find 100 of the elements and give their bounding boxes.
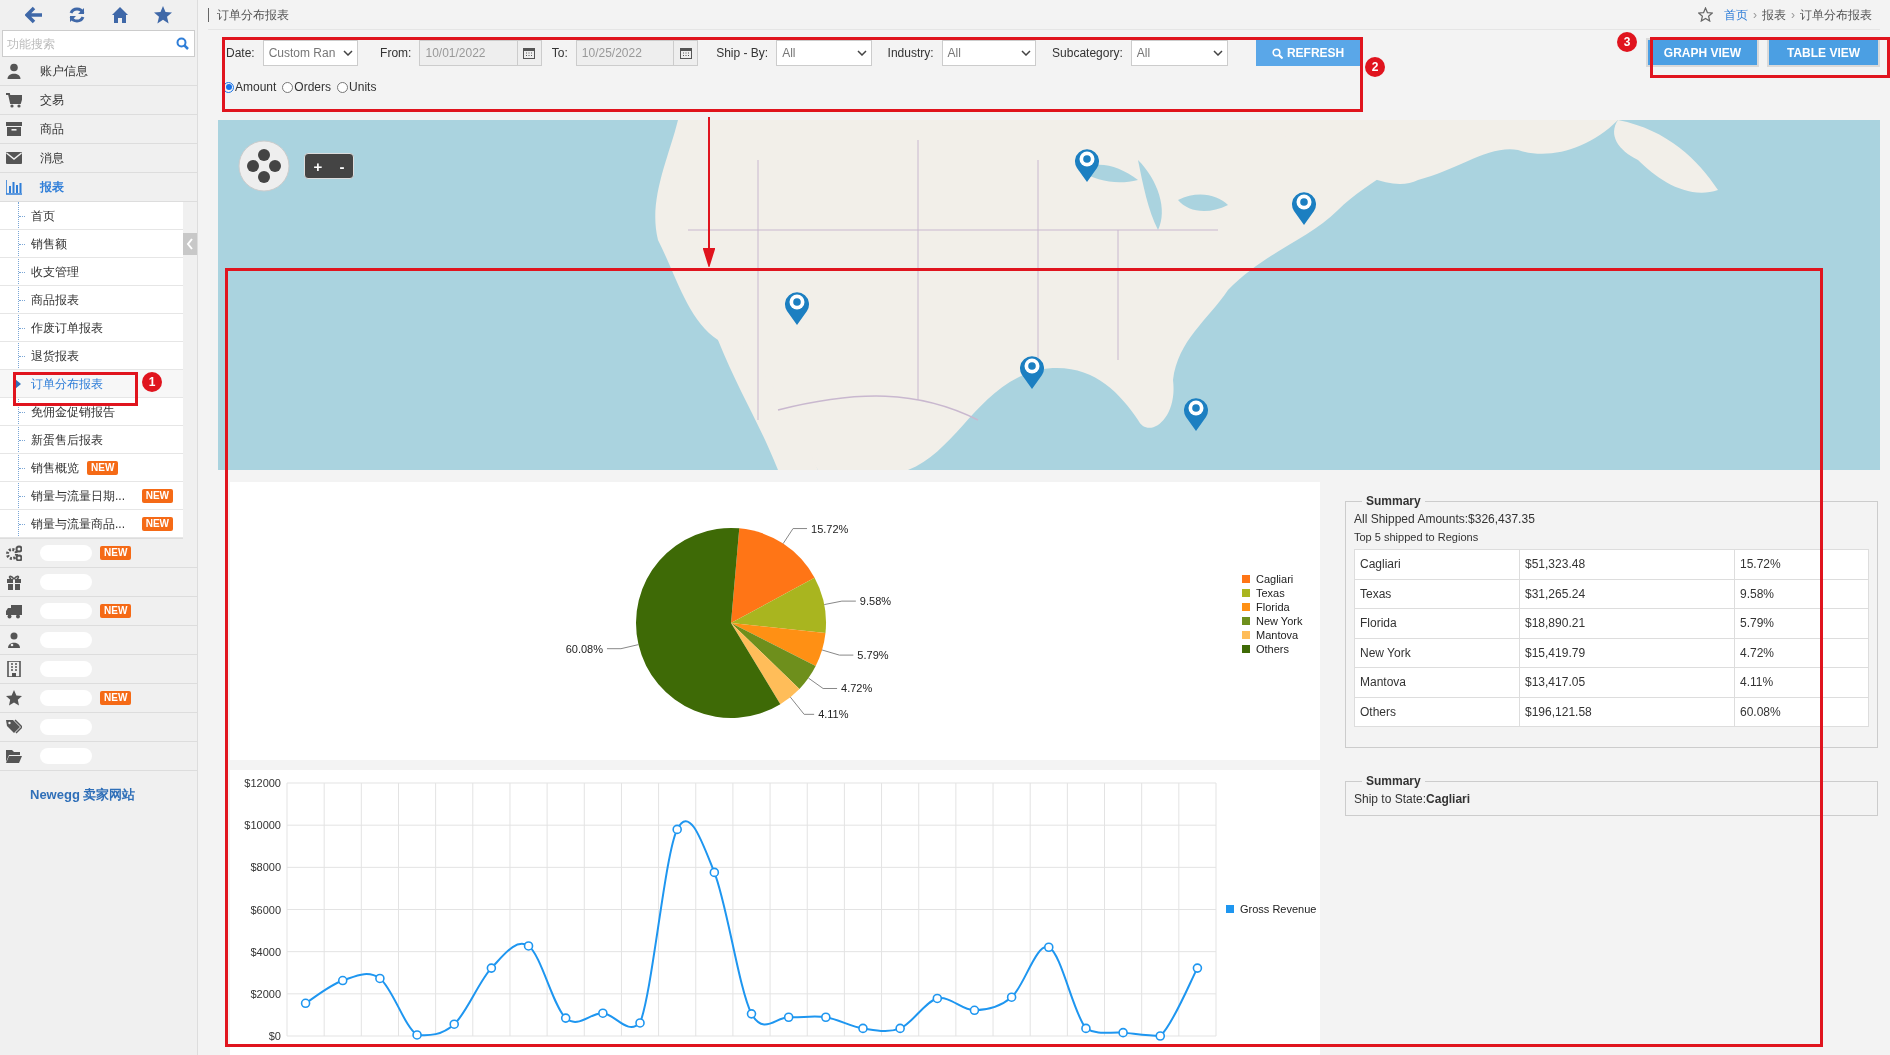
data-point[interactable] xyxy=(412,1030,422,1040)
data-point[interactable] xyxy=(337,975,348,986)
data-point[interactable] xyxy=(858,1023,868,1034)
field-label: Date: xyxy=(226,45,255,62)
legend-label[interactable]: New York xyxy=(1256,615,1303,627)
star-icon[interactable] xyxy=(1698,7,1713,22)
menu-item[interactable]: 交易 xyxy=(0,86,197,115)
menu-label: 消息 xyxy=(40,150,64,167)
menu-label: 订单分布报表 xyxy=(31,375,103,393)
chevron-down-icon xyxy=(1021,50,1032,56)
breadcrumb-link[interactable]: 首页 xyxy=(1724,5,1748,24)
dropdown[interactable]: Custom Ran xyxy=(262,40,359,66)
back-icon[interactable] xyxy=(24,6,43,24)
data-point[interactable] xyxy=(783,1012,794,1023)
data-point[interactable] xyxy=(1081,1023,1091,1034)
pie-slice[interactable] xyxy=(636,528,781,718)
truck-icon xyxy=(6,603,22,619)
radio-option[interactable]: Orders xyxy=(282,78,332,96)
legend-label[interactable]: Mantova xyxy=(1256,629,1299,641)
radio-option[interactable]: Units xyxy=(337,78,377,96)
leader-line xyxy=(782,528,808,545)
legend-label[interactable]: Florida xyxy=(1256,601,1290,613)
submenu-item[interactable]: 收支管理 xyxy=(0,258,183,286)
legend-label[interactable]: Gross Revenue xyxy=(1240,903,1317,915)
envelope-icon xyxy=(6,150,22,166)
data-point[interactable] xyxy=(969,1005,980,1016)
zoom-out-button[interactable]: - xyxy=(339,158,345,174)
table-cell: 4.72% xyxy=(1734,638,1869,668)
data-point[interactable] xyxy=(375,973,385,984)
data-point[interactable] xyxy=(932,993,943,1004)
data-point[interactable] xyxy=(486,963,497,973)
data-point[interactable] xyxy=(709,867,720,878)
legend-label[interactable]: Cagliari xyxy=(1256,573,1294,585)
building-icon xyxy=(6,661,22,677)
refresh-icon[interactable] xyxy=(67,6,86,24)
data-point[interactable] xyxy=(1155,1031,1166,1041)
new-badge: NEW xyxy=(141,488,173,503)
home-icon[interactable] xyxy=(111,6,130,24)
menu-item[interactable]: 账户信息 xyxy=(0,57,197,86)
menu-label: 销售额 xyxy=(31,235,67,253)
footer-link[interactable]: Newegg 卖家网站 xyxy=(0,771,197,805)
menu-label: 报表 xyxy=(40,179,64,196)
table-cell: $196,121.58 xyxy=(1519,697,1735,727)
submenu-item[interactable]: 作废订单报表 xyxy=(0,314,183,342)
data-point[interactable] xyxy=(449,1019,460,1029)
menu-label: 作废订单报表 xyxy=(31,319,103,337)
submenu-item[interactable]: 首页 xyxy=(0,202,183,230)
data-label: 5.79% xyxy=(857,649,889,662)
submenu-item[interactable]: 销量与流量日期... NEW xyxy=(0,482,183,510)
pan-control[interactable] xyxy=(238,140,290,192)
table-cell: $31,265.24 xyxy=(1519,579,1735,609)
data-point[interactable] xyxy=(523,941,534,951)
dropdown[interactable]: All xyxy=(1130,40,1229,66)
submenu-item[interactable]: 销量与流量商品... NEW xyxy=(0,510,183,538)
star-icon[interactable] xyxy=(154,6,173,24)
menu-item[interactable]: 消息 xyxy=(0,144,197,173)
submenu-item[interactable]: 商品报表 xyxy=(0,286,183,314)
data-point[interactable] xyxy=(672,824,682,835)
search-field[interactable]: 功能搜索 xyxy=(2,30,195,57)
pie-slice[interactable] xyxy=(731,623,816,689)
pie-slice[interactable] xyxy=(731,623,826,666)
legend-label[interactable]: Others xyxy=(1256,643,1289,655)
data-point[interactable] xyxy=(1192,963,1203,973)
data-point[interactable] xyxy=(300,998,311,1009)
leader-line xyxy=(807,677,838,689)
data-point[interactable] xyxy=(746,1009,757,1019)
star-icon xyxy=(6,690,22,706)
collapse-handle[interactable] xyxy=(183,233,197,255)
radio-option[interactable]: Amount xyxy=(223,78,277,96)
submenu-item[interactable]: 免佣金促销报告 xyxy=(0,398,183,426)
data-point[interactable] xyxy=(1006,992,1017,1002)
dropdown[interactable]: All xyxy=(941,40,1037,66)
data-point[interactable] xyxy=(1118,1027,1128,1038)
menu-item[interactable]: 商品 xyxy=(0,115,197,144)
zoom-in-button[interactable]: + xyxy=(313,158,323,174)
submenu-item[interactable]: 销售概览 NEW xyxy=(0,454,183,482)
axis-label: $12000 xyxy=(244,777,281,789)
data-point[interactable] xyxy=(895,1023,905,1034)
data-point[interactable] xyxy=(560,1013,571,1023)
data-label: 9.58% xyxy=(859,595,892,608)
data-point[interactable] xyxy=(635,1018,645,1028)
tag-icon xyxy=(6,719,22,735)
data-point[interactable] xyxy=(821,1012,831,1023)
pie-slice[interactable] xyxy=(731,577,826,634)
data-point[interactable] xyxy=(598,1008,608,1019)
radio-button[interactable] xyxy=(282,81,294,93)
submenu-item[interactable]: 新蛋售后报表 xyxy=(0,426,183,454)
table-cell: 5.79% xyxy=(1734,608,1869,638)
breadcrumb-link[interactable]: 报表 xyxy=(1762,5,1786,24)
search-icon[interactable] xyxy=(176,37,189,50)
legend-label[interactable]: Texas xyxy=(1256,587,1285,599)
pie-slice[interactable] xyxy=(731,623,800,705)
axis-label: $2000 xyxy=(250,987,281,1000)
radio-button[interactable] xyxy=(337,81,349,93)
dropdown[interactable]: All xyxy=(776,40,872,66)
menu-label: 销量与流量商品... xyxy=(31,515,125,533)
field-label: Subcategory: xyxy=(1052,45,1123,62)
data-label: 4.11% xyxy=(818,708,849,721)
menu-label: 商品 xyxy=(40,121,64,138)
data-point[interactable] xyxy=(1044,942,1054,953)
